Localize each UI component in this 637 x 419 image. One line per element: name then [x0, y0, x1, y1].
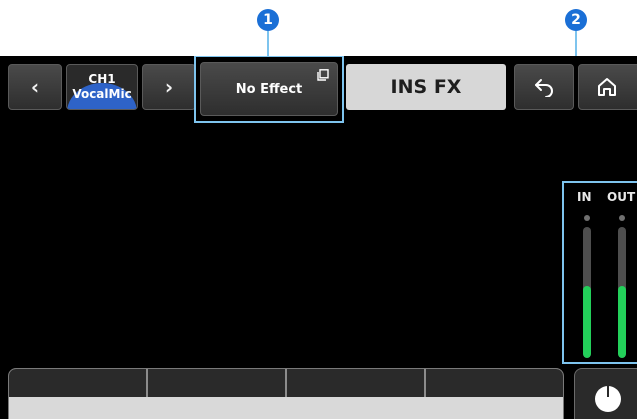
knob-button[interactable] [574, 368, 637, 419]
back-button[interactable] [514, 64, 574, 110]
prev-channel-button[interactable]: ‹ [8, 64, 62, 110]
meter-in-led [584, 215, 590, 221]
meter-in-label: IN [577, 190, 592, 204]
tab-2[interactable] [148, 369, 287, 397]
meter-in [583, 227, 591, 358]
chevron-right-icon: › [164, 75, 174, 99]
meter-out-fill [618, 285, 626, 358]
meter-in-fill [583, 285, 591, 358]
bottom-tab-panel [8, 368, 564, 419]
callout-2-leader [575, 31, 577, 56]
channel-number: CH1 [88, 72, 116, 86]
home-icon [598, 78, 616, 96]
callout-1-badge: 1 [257, 9, 279, 31]
meter-out-label: OUT [607, 190, 636, 204]
channel-name: VocalMic [72, 87, 132, 101]
page-title: INS FX [346, 64, 506, 110]
knob-icon [595, 386, 621, 412]
tab-strip [9, 369, 563, 397]
chevron-left-icon: ‹ [30, 75, 40, 99]
meter-out-led [619, 215, 625, 221]
home-button[interactable] [578, 64, 637, 110]
meter-out [618, 227, 626, 358]
effect-label: No Effect [235, 81, 303, 97]
tab-4[interactable] [426, 369, 563, 397]
effect-select-button[interactable]: No Effect [200, 62, 338, 116]
back-arrow-icon [535, 79, 553, 97]
tab-3[interactable] [287, 369, 426, 397]
callout-2-badge: 2 [565, 9, 587, 31]
copy-icon [317, 69, 329, 81]
screen: ‹ CH1 VocalMic › No Effect INS FX IN OUT [0, 56, 637, 419]
next-channel-button[interactable]: › [142, 64, 196, 110]
tab-1[interactable] [9, 369, 148, 397]
channel-select-button[interactable]: CH1 VocalMic [66, 64, 138, 110]
callout-1-leader [267, 31, 269, 56]
